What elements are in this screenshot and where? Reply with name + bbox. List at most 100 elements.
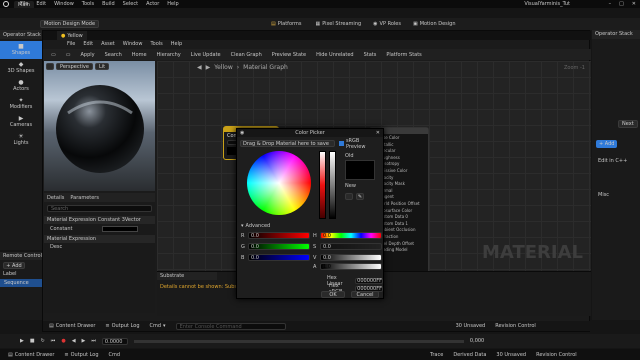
menu-actor[interactable]: Actor <box>146 1 159 7</box>
lit-button[interactable]: Lit <box>95 63 109 70</box>
details-tab[interactable]: Details <box>47 195 64 201</box>
loop-icon[interactable]: ↻ <box>41 338 45 344</box>
toolbar-home[interactable]: Home <box>132 52 147 58</box>
v-slider[interactable]: 0.0 <box>320 254 382 261</box>
right-add-button[interactable]: + Add <box>596 140 617 148</box>
editor-menu-asset[interactable]: Asset <box>101 41 115 47</box>
editor-tab-yellow[interactable]: ● Yellow <box>57 31 87 40</box>
editor-menu-tools[interactable]: Tools <box>150 41 162 47</box>
editor-menu-edit[interactable]: Edit <box>83 41 93 47</box>
operator-stack-tab[interactable]: Operator Stack <box>0 30 42 39</box>
pixel-streaming-button[interactable]: ▦ Pixel Streaming <box>315 21 361 27</box>
status-revision-control[interactable]: Revision Control <box>536 352 577 358</box>
menu-edit[interactable]: Edit <box>36 1 46 7</box>
editor-content-drawer[interactable]: ▤ Content Drawer <box>49 323 95 329</box>
parameters-tab[interactable]: Parameters <box>70 195 99 201</box>
h-slider[interactable]: 0.0 <box>320 232 382 239</box>
editor-menu-file[interactable]: File <box>67 41 75 47</box>
minimize-icon[interactable]: – <box>609 1 612 7</box>
platforms-button[interactable]: ▤ Platforms <box>271 21 301 27</box>
sequence-item[interactable]: Sequence <box>0 279 42 287</box>
tool-3d-shapes[interactable]: ◆ 3D Shapes <box>0 59 42 77</box>
section-constant[interactable]: Material Expression Constant 3Vector <box>44 216 155 224</box>
stop-icon[interactable]: ■ <box>30 338 35 344</box>
cmd-button[interactable]: Cmd <box>109 352 121 358</box>
menu-file[interactable]: File <box>20 1 28 7</box>
editor-cmd[interactable]: Cmd ▾ <box>150 323 166 329</box>
play-icon[interactable]: ▶ <box>20 338 24 344</box>
tool-actors[interactable]: ● Actors <box>0 77 42 95</box>
browse-icon[interactable]: ▭ <box>66 52 71 58</box>
s-slider[interactable]: 0.0 <box>320 243 382 250</box>
picker-drag-target[interactable]: Drag & Drop Material here to save <box>240 140 335 147</box>
color-wheel[interactable] <box>247 151 311 215</box>
forward-icon[interactable]: ▶ <box>82 338 86 344</box>
details-search-input[interactable]: Search <box>47 205 152 212</box>
preview-viewport[interactable]: Perspective Lit <box>44 61 155 191</box>
viewport-menu-button[interactable] <box>46 63 54 70</box>
right-operator-stack-tab[interactable]: Operator Stack <box>592 30 640 39</box>
status-unsaved[interactable]: 30 Unsaved <box>496 352 526 358</box>
tool-cameras[interactable]: ▶ Cameras <box>0 113 42 131</box>
menu-build[interactable]: Build <box>102 1 115 7</box>
console-input[interactable]: Enter Console Command <box>176 323 286 330</box>
skip-back-icon[interactable]: ⏮ <box>51 338 56 344</box>
eyedropper-icon[interactable]: ✎ <box>356 193 364 200</box>
skip-forward-icon[interactable]: ⏭ <box>91 338 96 344</box>
frame-input[interactable]: 0.0000 <box>102 338 128 345</box>
edit-cpp-link[interactable]: Edit in C++ <box>598 158 627 164</box>
mode-selector[interactable]: Motion Design Mode <box>40 20 99 28</box>
toolbar-preview-state[interactable]: Preview State <box>272 52 306 58</box>
save-icon[interactable]: ▭ <box>51 52 56 58</box>
motion-design-button[interactable]: ▣ Motion Design <box>413 21 456 27</box>
r-slider[interactable]: 0.0 <box>248 232 310 239</box>
theme-icon[interactable] <box>345 193 353 200</box>
cancel-button[interactable]: Cancel <box>351 291 379 298</box>
toolbar-hierarchy[interactable]: Hierarchy <box>157 52 181 58</box>
tool-lights[interactable]: ☀ Lights <box>0 131 42 149</box>
right-next-button[interactable]: Next <box>618 120 638 128</box>
record-icon[interactable]: ● <box>61 338 65 344</box>
g-slider[interactable]: 0.0 <box>248 243 310 250</box>
menu-select[interactable]: Select <box>123 1 138 7</box>
section-expression[interactable]: Material Expression <box>44 235 155 243</box>
toolbar-stats[interactable]: Stats <box>364 52 377 58</box>
srgb-preview-toggle[interactable]: sRGB Preview <box>339 138 380 150</box>
timeline-scrubber[interactable] <box>134 340 464 343</box>
alpha-slider[interactable] <box>329 151 336 219</box>
editor-unsaved[interactable]: 30 Unsaved <box>456 323 486 329</box>
value-slider[interactable] <box>319 151 326 219</box>
content-drawer-button[interactable]: ▤ Content Drawer <box>8 352 54 358</box>
menu-window[interactable]: Window <box>54 1 74 7</box>
substrate-tab[interactable]: Substrate <box>157 272 217 280</box>
tool-shapes[interactable]: ■ Shapes <box>0 41 42 59</box>
a-slider[interactable]: 1.0 <box>320 263 382 270</box>
toolbar-live-update[interactable]: Live Update <box>191 52 221 58</box>
constant-color-swatch[interactable] <box>102 226 138 232</box>
trace-button[interactable]: Trace <box>430 352 443 358</box>
toolbar-search[interactable]: Search <box>105 52 122 58</box>
editor-menu-help[interactable]: Help <box>171 41 182 47</box>
output-log-button[interactable]: ≡ Output Log <box>64 352 98 358</box>
menu-help[interactable]: Help <box>167 1 178 7</box>
derived-data-button[interactable]: Derived Data <box>453 352 486 358</box>
picker-close-icon[interactable]: ✕ <box>376 130 380 136</box>
maximize-icon[interactable]: □ <box>619 1 624 7</box>
vp-roles-button[interactable]: ◉ VP Roles <box>373 21 401 27</box>
perspective-button[interactable]: Perspective <box>56 63 93 70</box>
b-slider[interactable]: 0.0 <box>248 254 310 261</box>
toolbar-platform-stats[interactable]: Platform Stats <box>386 52 421 58</box>
close-icon[interactable]: ✕ <box>632 1 636 7</box>
toolbar-clean-graph[interactable]: Clean Graph <box>231 52 262 58</box>
remote-add-button[interactable]: + Add <box>3 262 25 269</box>
tool-modifiers[interactable]: ✦ Modifiers <box>0 95 42 113</box>
editor-output-log[interactable]: ≡ Output Log <box>105 323 139 329</box>
rewind-icon[interactable]: ◀ <box>72 338 76 344</box>
ok-button[interactable]: OK <box>321 291 345 298</box>
remote-control-tab[interactable]: Remote Control <box>0 252 42 260</box>
menu-tools[interactable]: Tools <box>82 1 94 7</box>
editor-menu-window[interactable]: Window <box>123 41 143 47</box>
editor-revision-control[interactable]: Revision Control <box>495 323 536 329</box>
misc-section[interactable]: Misc <box>598 192 609 198</box>
toolbar-hide-unrelated[interactable]: Hide Unrelated <box>316 52 354 58</box>
